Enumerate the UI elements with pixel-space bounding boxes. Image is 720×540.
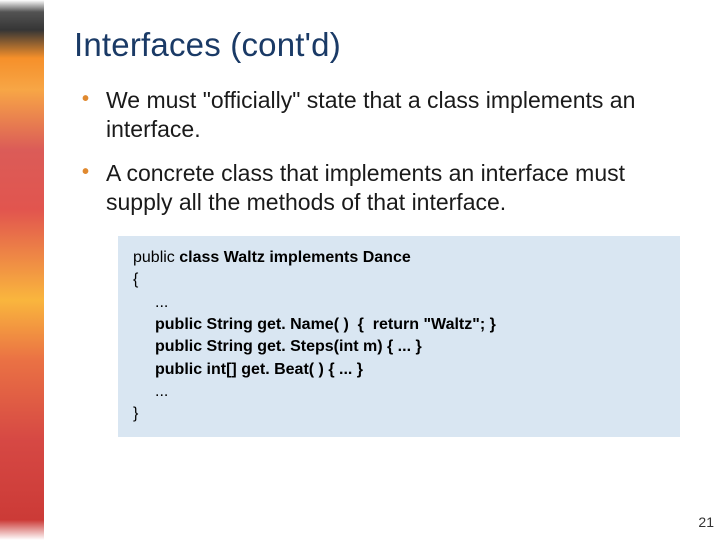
decorative-sidebar bbox=[0, 0, 44, 540]
code-line: ... bbox=[133, 381, 665, 403]
page-number: 21 bbox=[698, 514, 714, 530]
code-line: } bbox=[133, 403, 665, 425]
bullet-list: We must "officially" state that a class … bbox=[74, 86, 690, 218]
slide-content: Interfaces (cont'd) We must "officially"… bbox=[44, 0, 720, 540]
code-line: public String get. Name( ) { return "Wal… bbox=[133, 314, 665, 336]
bullet-item: A concrete class that implements an inte… bbox=[82, 159, 690, 218]
code-block: public class Waltz implements Dance { ..… bbox=[118, 236, 680, 437]
code-line: ... bbox=[133, 292, 665, 314]
code-bold: class Waltz implements Dance bbox=[179, 249, 411, 266]
code-bold: public int[] get. Beat( ) { ... } bbox=[155, 361, 363, 378]
code-line: public class Waltz implements Dance bbox=[133, 247, 665, 269]
code-line: { bbox=[133, 269, 665, 291]
code-line: public String get. Steps(int m) { ... } bbox=[133, 336, 665, 358]
slide-title: Interfaces (cont'd) bbox=[74, 26, 690, 64]
code-text: public bbox=[133, 249, 179, 266]
code-bold: public String get. Name( ) { return "Wal… bbox=[155, 316, 496, 333]
bullet-item: We must "officially" state that a class … bbox=[82, 86, 690, 145]
code-line: public int[] get. Beat( ) { ... } bbox=[133, 359, 665, 381]
code-bold: public String get. Steps(int m) { ... } bbox=[155, 338, 422, 355]
